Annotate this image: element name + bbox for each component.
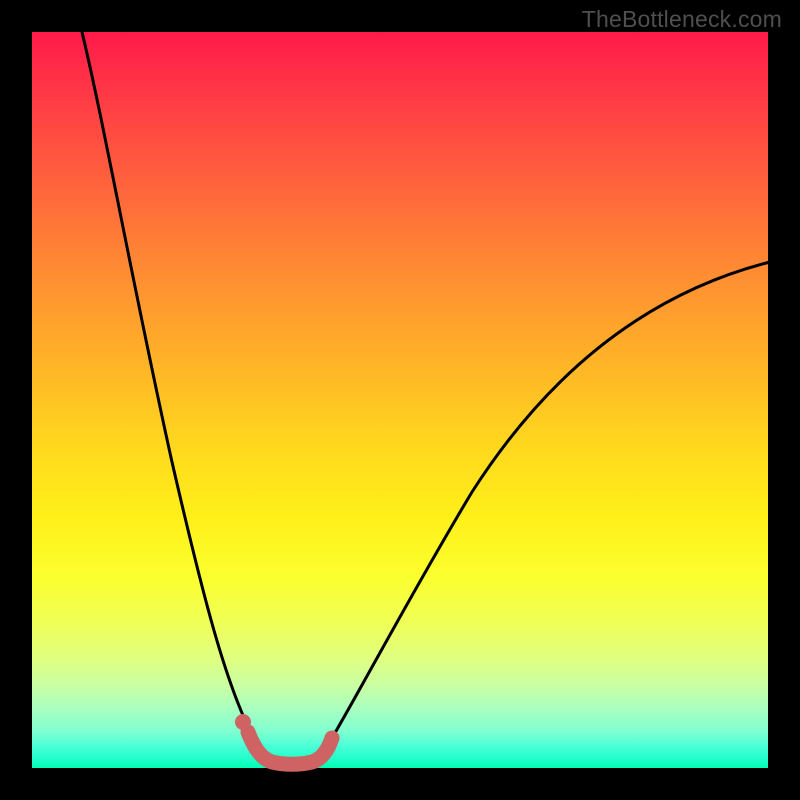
highlight-dot — [235, 714, 251, 730]
plot-area — [32, 32, 768, 768]
chart-frame: TheBottleneck.com — [0, 0, 800, 800]
highlight-band — [248, 732, 332, 764]
left-curve — [80, 24, 276, 763]
attribution-text: TheBottleneck.com — [582, 6, 782, 33]
curve-layer — [32, 32, 768, 768]
right-curve — [306, 262, 770, 763]
